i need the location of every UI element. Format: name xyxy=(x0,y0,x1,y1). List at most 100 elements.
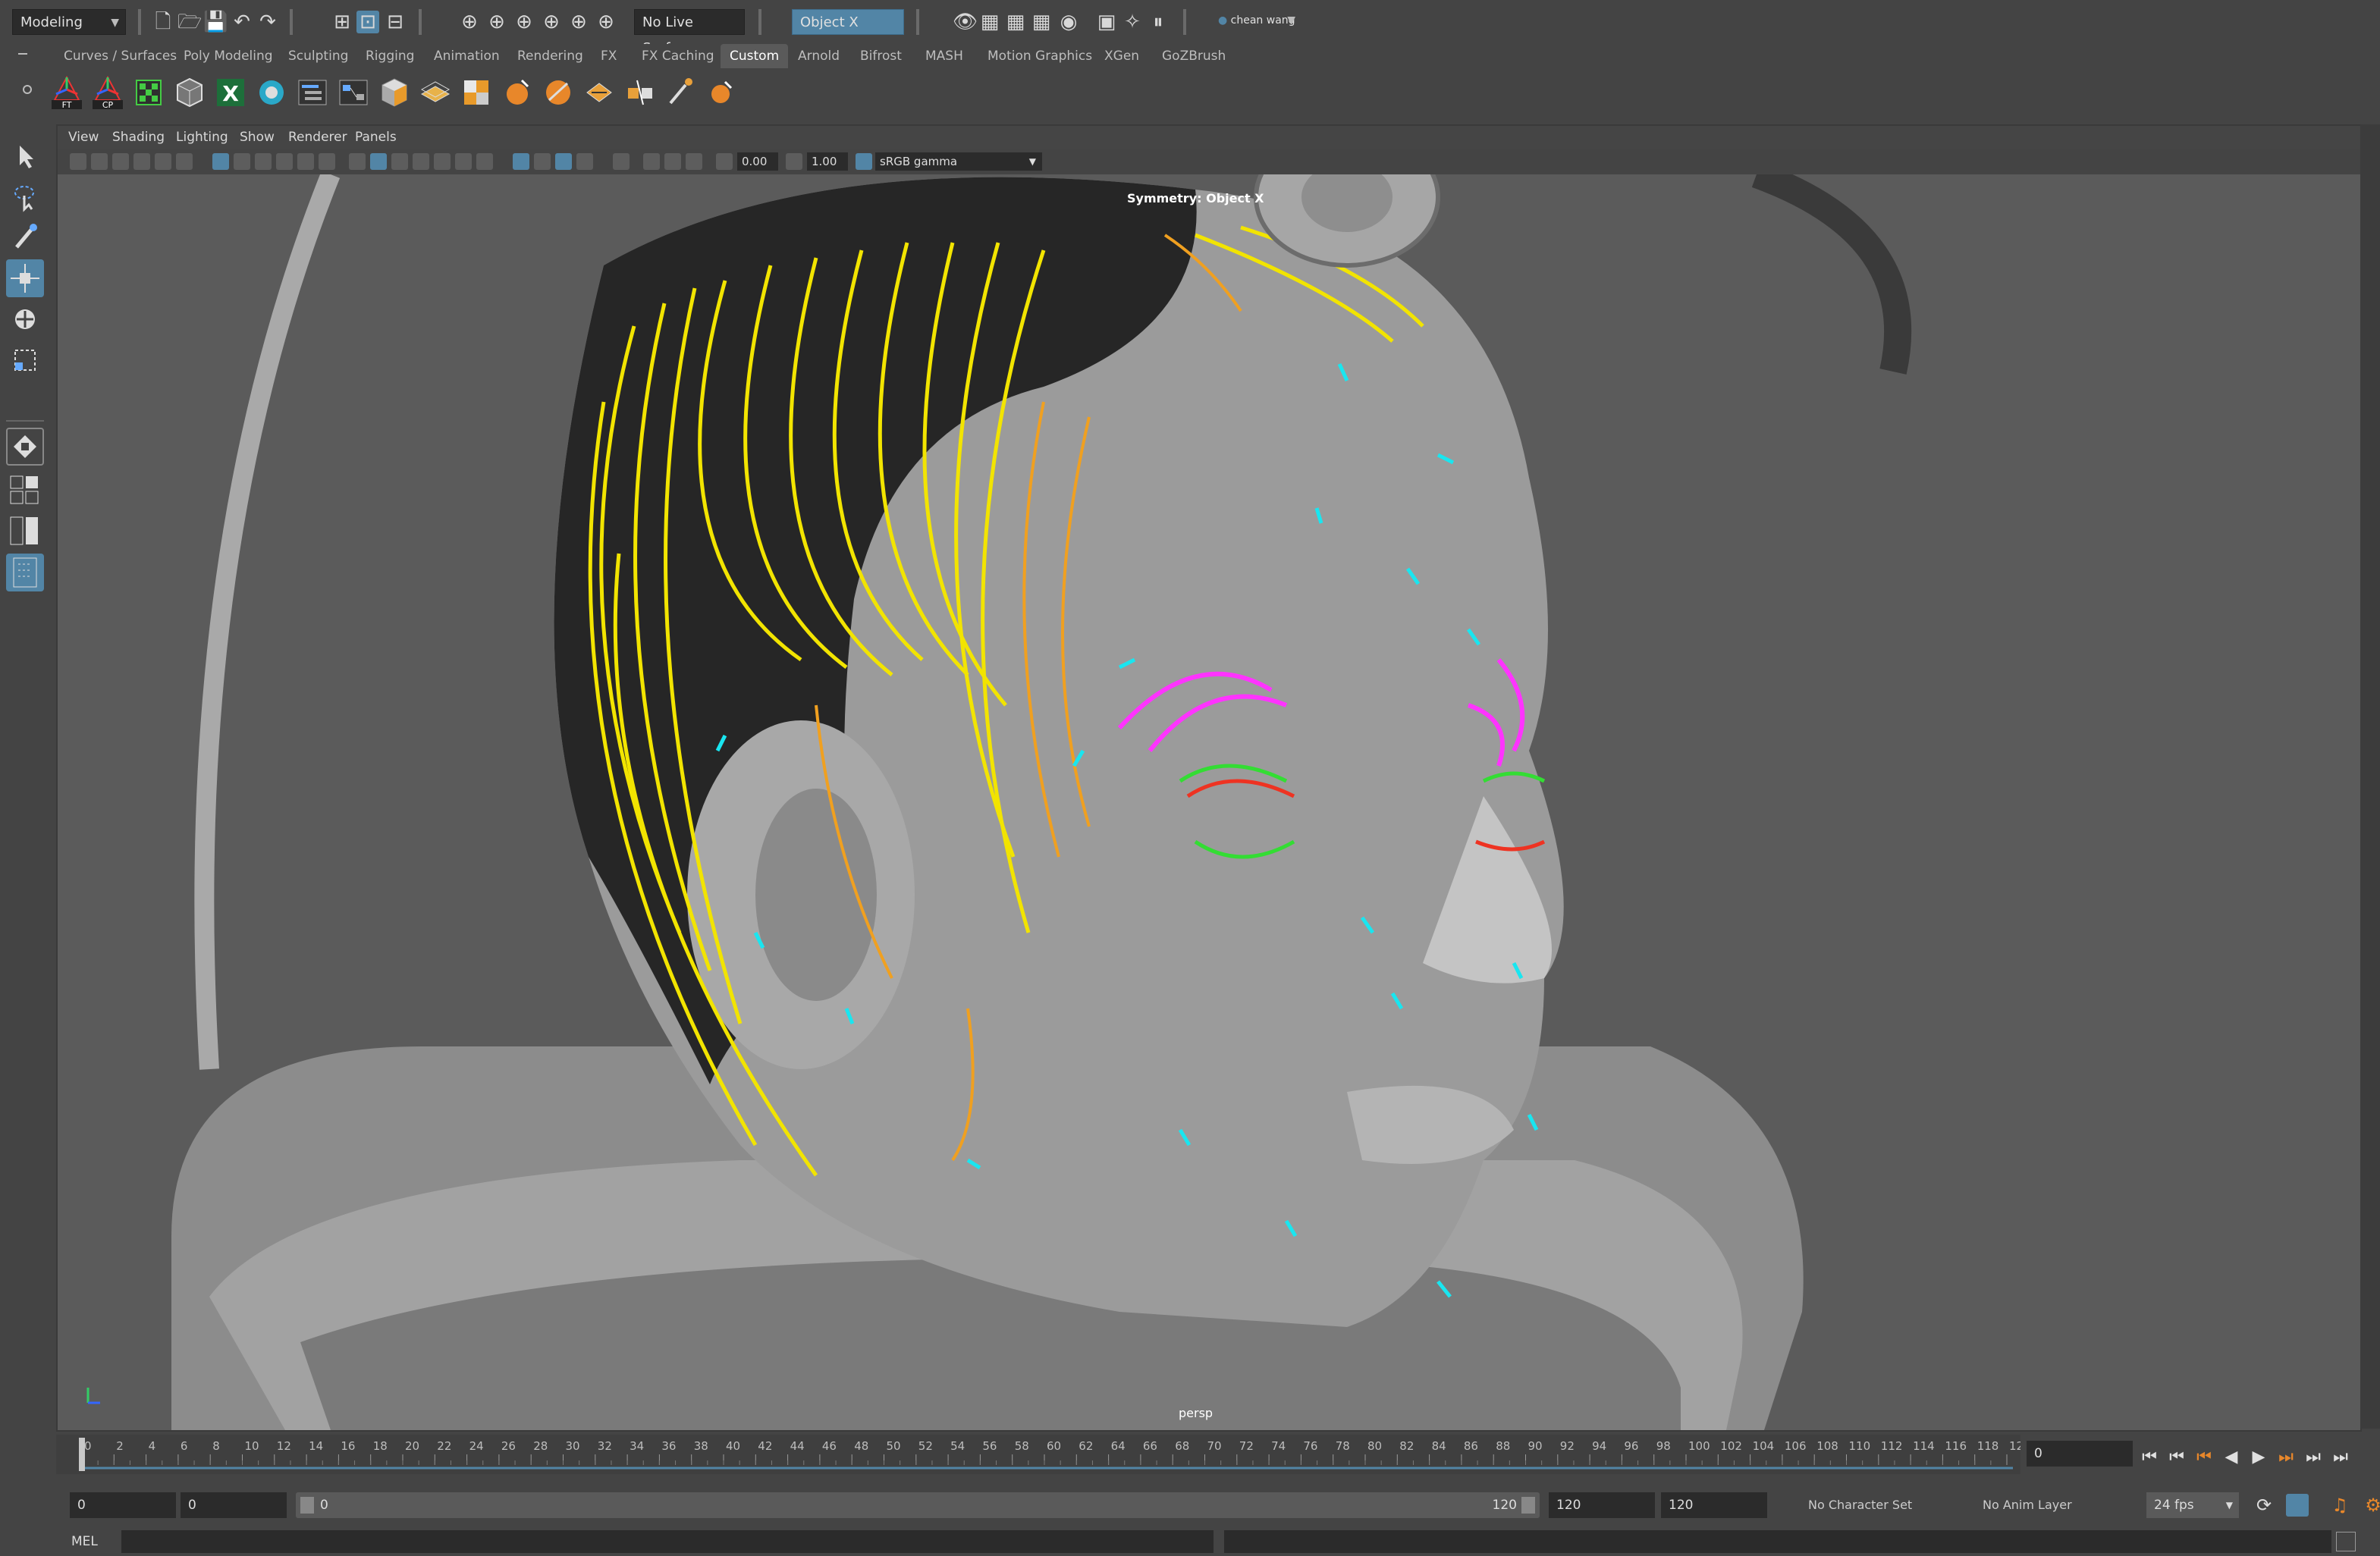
shelf-tab-xgen[interactable]: XGen xyxy=(1095,44,1148,68)
checker-icon[interactable] xyxy=(130,74,167,111)
command-input[interactable] xyxy=(121,1530,1214,1553)
step-forward-key-icon[interactable]: ⏭ xyxy=(2275,1447,2297,1468)
animation-preferences-icon[interactable]: ⚙ xyxy=(2362,1494,2380,1517)
viewport-panel[interactable]: 0.00 1.00 sRGB gamma ▼ View Shading Ligh… xyxy=(56,124,2362,1432)
render-setup-icon[interactable]: ▣ xyxy=(1095,11,1118,33)
select-components-icon[interactable]: ⊟ xyxy=(384,11,407,33)
menu-set-dropdown[interactable]: Modeling ▼ xyxy=(12,9,126,35)
lasso-tool-icon[interactable] xyxy=(6,177,44,215)
current-frame-field[interactable]: 0 xyxy=(2027,1441,2133,1467)
shelf-tab-fx-caching[interactable]: FX Caching xyxy=(633,44,724,68)
gamma-field[interactable]: 1.00 xyxy=(807,152,848,171)
render-view-icon[interactable]: 👁 xyxy=(953,11,978,33)
shelf-tab-sculpting[interactable]: Sculpting xyxy=(279,44,357,68)
end-time-field[interactable]: 120 xyxy=(1661,1492,1767,1518)
bookmark-icon[interactable] xyxy=(112,153,129,170)
shelf-menu-icon[interactable] xyxy=(18,53,27,55)
hypershade-icon[interactable]: ◉ xyxy=(1057,11,1080,33)
shelf-tab-motion-graphics[interactable]: Motion Graphics xyxy=(978,44,1101,68)
outliner-icon[interactable] xyxy=(294,74,331,111)
2d-pan-icon[interactable] xyxy=(155,153,171,170)
shadows-icon[interactable] xyxy=(476,153,493,170)
snap-live-icon[interactable]: ⊕ xyxy=(595,11,617,33)
layout-four-icon[interactable] xyxy=(6,472,44,510)
start-time-field[interactable]: 0 xyxy=(70,1492,176,1518)
layout-outliner-icon[interactable] xyxy=(6,554,44,591)
new-scene-icon[interactable]: 🗋 xyxy=(152,11,174,33)
script-language-toggle[interactable]: MEL xyxy=(71,1530,117,1553)
move-tool-icon[interactable] xyxy=(6,259,44,297)
symmetry-field[interactable]: Object X xyxy=(792,9,904,35)
shelf-tab-arnold[interactable]: Arnold xyxy=(789,44,849,68)
motion-blur-icon[interactable] xyxy=(643,153,660,170)
loop-icon[interactable]: ⟳ xyxy=(2253,1494,2275,1517)
xray-joints-icon[interactable] xyxy=(534,153,551,170)
shelf-tab-gozbrush[interactable]: GoZBrush xyxy=(1153,44,1235,68)
cube-grid-icon[interactable] xyxy=(171,74,208,111)
layout-two-icon[interactable] xyxy=(6,513,44,551)
current-time-marker[interactable] xyxy=(79,1438,85,1471)
grease-pencil-icon[interactable] xyxy=(176,153,193,170)
default-material-icon[interactable] xyxy=(391,153,408,170)
play-forwards-icon[interactable]: ▶ xyxy=(2248,1447,2269,1468)
image-plane-icon[interactable] xyxy=(133,153,150,170)
xray-components-icon[interactable] xyxy=(555,153,572,170)
paint-select-tool-icon[interactable] xyxy=(6,218,44,256)
live-surface-field[interactable]: No Live Surface xyxy=(634,9,745,56)
play-backwards-icon[interactable]: ◀ xyxy=(2221,1447,2242,1468)
channel-box-edge[interactable] xyxy=(2360,124,2380,1429)
cut-sew-icon[interactable] xyxy=(622,74,658,111)
select-hierarchy-icon[interactable]: ⊞ xyxy=(331,11,353,33)
camera-icon[interactable] xyxy=(70,153,86,170)
diamond-shuffle-icon[interactable] xyxy=(581,74,617,111)
safe-action-icon[interactable] xyxy=(319,153,335,170)
gamma-icon[interactable] xyxy=(786,153,802,170)
menu-panels[interactable]: Panels xyxy=(355,126,397,149)
color-management-icon[interactable] xyxy=(856,153,872,170)
pause-icon[interactable]: ⏸ xyxy=(1147,11,1170,33)
scene-view[interactable] xyxy=(58,174,2360,1430)
playback-end-field[interactable]: 120 xyxy=(1549,1492,1655,1518)
resolution-gate-icon[interactable] xyxy=(255,153,272,170)
unfold-icon[interactable] xyxy=(417,74,454,111)
undo-icon[interactable]: ↶ xyxy=(231,11,253,33)
open-scene-icon[interactable]: 🗁 xyxy=(177,11,202,33)
shelf-tab-curves-surfaces[interactable]: Curves / Surfaces xyxy=(55,44,186,68)
ambient-occlusion-icon[interactable] xyxy=(576,153,593,170)
excel-x-icon[interactable]: X xyxy=(212,74,249,111)
user-account-menu[interactable]: ● chean wang ▼ xyxy=(1210,11,1301,30)
script-editor-icon[interactable] xyxy=(2336,1532,2356,1551)
snap-plane-icon[interactable]: ⊕ xyxy=(540,11,563,33)
depth-of-field-icon[interactable] xyxy=(686,153,702,170)
menu-renderer[interactable]: Renderer xyxy=(288,126,347,149)
shelf-settings-icon[interactable] xyxy=(23,85,32,94)
menu-view[interactable]: View xyxy=(68,126,99,149)
film-gate-icon[interactable] xyxy=(234,153,250,170)
isolate-select-icon[interactable] xyxy=(613,153,630,170)
wireframe-icon[interactable] xyxy=(349,153,366,170)
select-tool-icon[interactable] xyxy=(6,136,44,174)
multisample-icon[interactable] xyxy=(664,153,681,170)
ft-icon[interactable]: FT xyxy=(49,74,85,111)
snap-point-icon[interactable]: ⊕ xyxy=(513,11,535,33)
sphere-orange-icon[interactable] xyxy=(499,74,535,111)
auto-key-icon[interactable] xyxy=(2286,1494,2309,1517)
paint-sphere-icon[interactable] xyxy=(540,74,576,111)
cp-icon[interactable]: CP xyxy=(89,74,126,111)
render-current-icon[interactable]: ▦ xyxy=(978,11,1001,33)
step-back-icon[interactable]: ⏮ xyxy=(2166,1447,2187,1468)
view-transform-dropdown[interactable]: sRGB gamma ▼ xyxy=(875,152,1042,171)
ring-icon[interactable] xyxy=(253,74,290,111)
uv-cube-icon[interactable] xyxy=(376,74,413,111)
exposure-icon[interactable] xyxy=(716,153,733,170)
shelf-tab-poly-modeling[interactable]: Poly Modeling xyxy=(174,44,282,68)
select-objects-icon[interactable]: ⊡ xyxy=(356,11,379,33)
ipr-render-icon[interactable]: ▦ xyxy=(1004,11,1027,33)
audio-icon[interactable]: ♫ xyxy=(2328,1494,2351,1517)
shelf-tab-custom[interactable]: Custom xyxy=(721,44,789,68)
grid-icon[interactable] xyxy=(212,153,229,170)
range-handle-start[interactable] xyxy=(300,1497,314,1514)
fps-dropdown[interactable]: 24 fps ▼ xyxy=(2146,1492,2239,1518)
menu-lighting[interactable]: Lighting xyxy=(176,126,228,149)
shelf-tab-fx[interactable]: FX xyxy=(592,44,626,68)
